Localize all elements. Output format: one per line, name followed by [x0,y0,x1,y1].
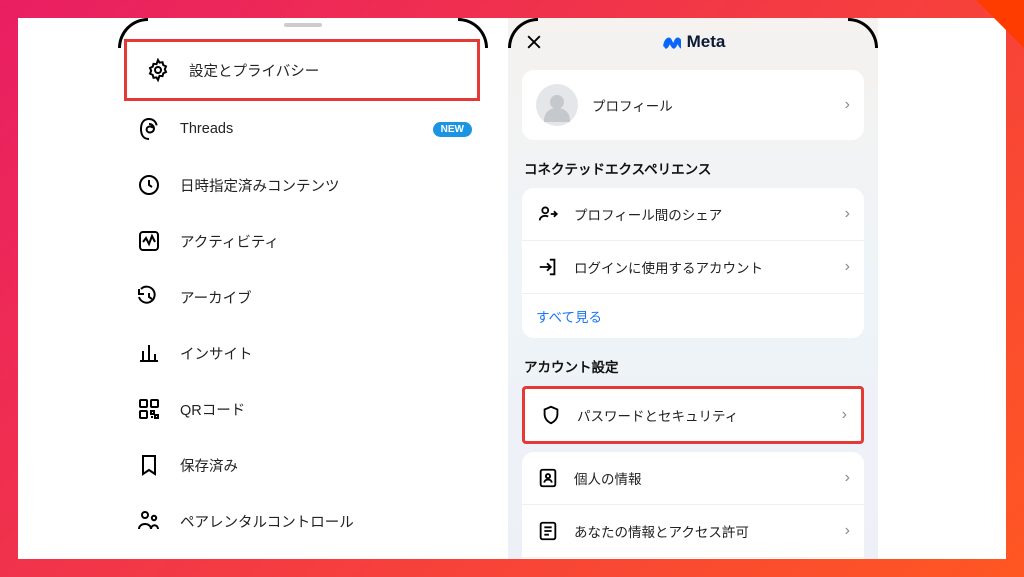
chevron-right-icon: › [842,406,847,424]
row-info-access[interactable]: あなたの情報とアクセス許可 › [522,505,864,558]
meta-brand: Meta [544,32,842,52]
row-profile[interactable]: プロフィール › [522,70,864,140]
close-icon[interactable] [524,32,544,52]
row-ad-prefs[interactable]: 広告表示の設定 › [522,558,864,559]
chevron-right-icon: › [845,258,850,276]
phone-right: Meta プロフィール › コネクテッドエクスペリエンス プロフィール間のシェア… [508,18,878,559]
menu-label-saved: 保存済み [180,455,238,476]
info-access-icon [536,519,560,543]
menu-label-archive: アーカイブ [180,287,252,308]
chevron-right-icon: › [845,96,850,114]
menu-item-threads[interactable]: Threads NEW [118,101,488,157]
profile-card: プロフィール › [522,70,864,140]
chevron-right-icon: › [845,205,850,223]
label-info-access: あなたの情報とアクセス許可 [574,521,831,541]
label-profile: プロフィール [592,95,831,115]
qr-icon [134,394,164,424]
login-icon [536,255,560,279]
highlight-settings-privacy: 設定とプライバシー [124,39,480,101]
sheet-grabber[interactable] [284,23,322,27]
row-password-security[interactable]: パスワードとセキュリティ › [525,389,861,441]
chevron-right-icon: › [845,522,850,540]
label-share-profiles: プロフィール間のシェア [574,204,831,224]
menu-item-insights[interactable]: インサイト [118,325,488,381]
menu-label-scheduled: 日時指定済みコンテンツ [180,175,340,196]
chevron-right-icon: › [845,469,850,487]
gear-icon [143,55,173,85]
screenshot-pair: 設定とプライバシー Threads NEW 日時指定済みコンテンツ アクティビテ… [18,18,1006,559]
clock-icon [134,170,164,200]
badge-new: NEW [433,122,472,137]
row-share-profiles[interactable]: プロフィール間のシェア › [522,188,864,241]
bookmark-icon [134,450,164,480]
decorative-corner [976,0,1024,48]
connected-card: プロフィール間のシェア › ログインに使用するアカウント › すべて見る [522,188,864,338]
share-profile-icon [536,202,560,226]
menu-label-insights: インサイト [180,343,253,364]
menu-label-activity: アクティビティ [180,231,279,252]
topbar: Meta [508,18,878,70]
row-personal-info[interactable]: 個人の情報 › [522,452,864,505]
menu-label-parental: ペアレンタルコントロール [180,511,354,532]
id-card-icon [536,466,560,490]
brand-text: Meta [687,32,726,52]
label-password-security: パスワードとセキュリティ [577,405,828,425]
account-card: 個人の情報 › あなたの情報とアクセス許可 › 広告表示の設定 › [522,452,864,559]
menu-item-scheduled[interactable]: 日時指定済みコンテンツ [118,157,488,213]
menu-item-orders[interactable]: 注文と支払い [118,549,488,559]
menu-item-settings-privacy[interactable]: 設定とプライバシー [127,42,477,98]
label-login-accounts: ログインに使用するアカウント [574,257,831,277]
activity-icon [134,226,164,256]
archive-icon [134,282,164,312]
menu-item-saved[interactable]: 保存済み [118,437,488,493]
phone-left: 設定とプライバシー Threads NEW 日時指定済みコンテンツ アクティビテ… [118,18,488,559]
meta-logo-icon [661,35,681,49]
parental-icon [134,506,164,536]
row-login-accounts[interactable]: ログインに使用するアカウント › [522,241,864,294]
menu-label-qr: QRコード [180,399,245,420]
avatar [536,84,578,126]
shield-icon [539,403,563,427]
threads-icon [134,114,164,144]
menu-item-archive[interactable]: アーカイブ [118,269,488,325]
highlight-password-security: パスワードとセキュリティ › [522,386,864,444]
insights-icon [134,338,164,368]
menu-item-parental[interactable]: ペアレンタルコントロール [118,493,488,549]
menu-item-activity[interactable]: アクティビティ [118,213,488,269]
menu-label-settings: 設定とプライバシー [189,60,319,81]
label-personal-info: 個人の情報 [574,468,831,488]
link-see-all[interactable]: すべて見る [522,294,864,338]
section-title-account: アカウント設定 [508,356,878,386]
menu-label-threads: Threads [180,121,233,137]
menu-item-qr[interactable]: QRコード [118,381,488,437]
section-title-connected: コネクテッドエクスペリエンス [508,158,878,188]
